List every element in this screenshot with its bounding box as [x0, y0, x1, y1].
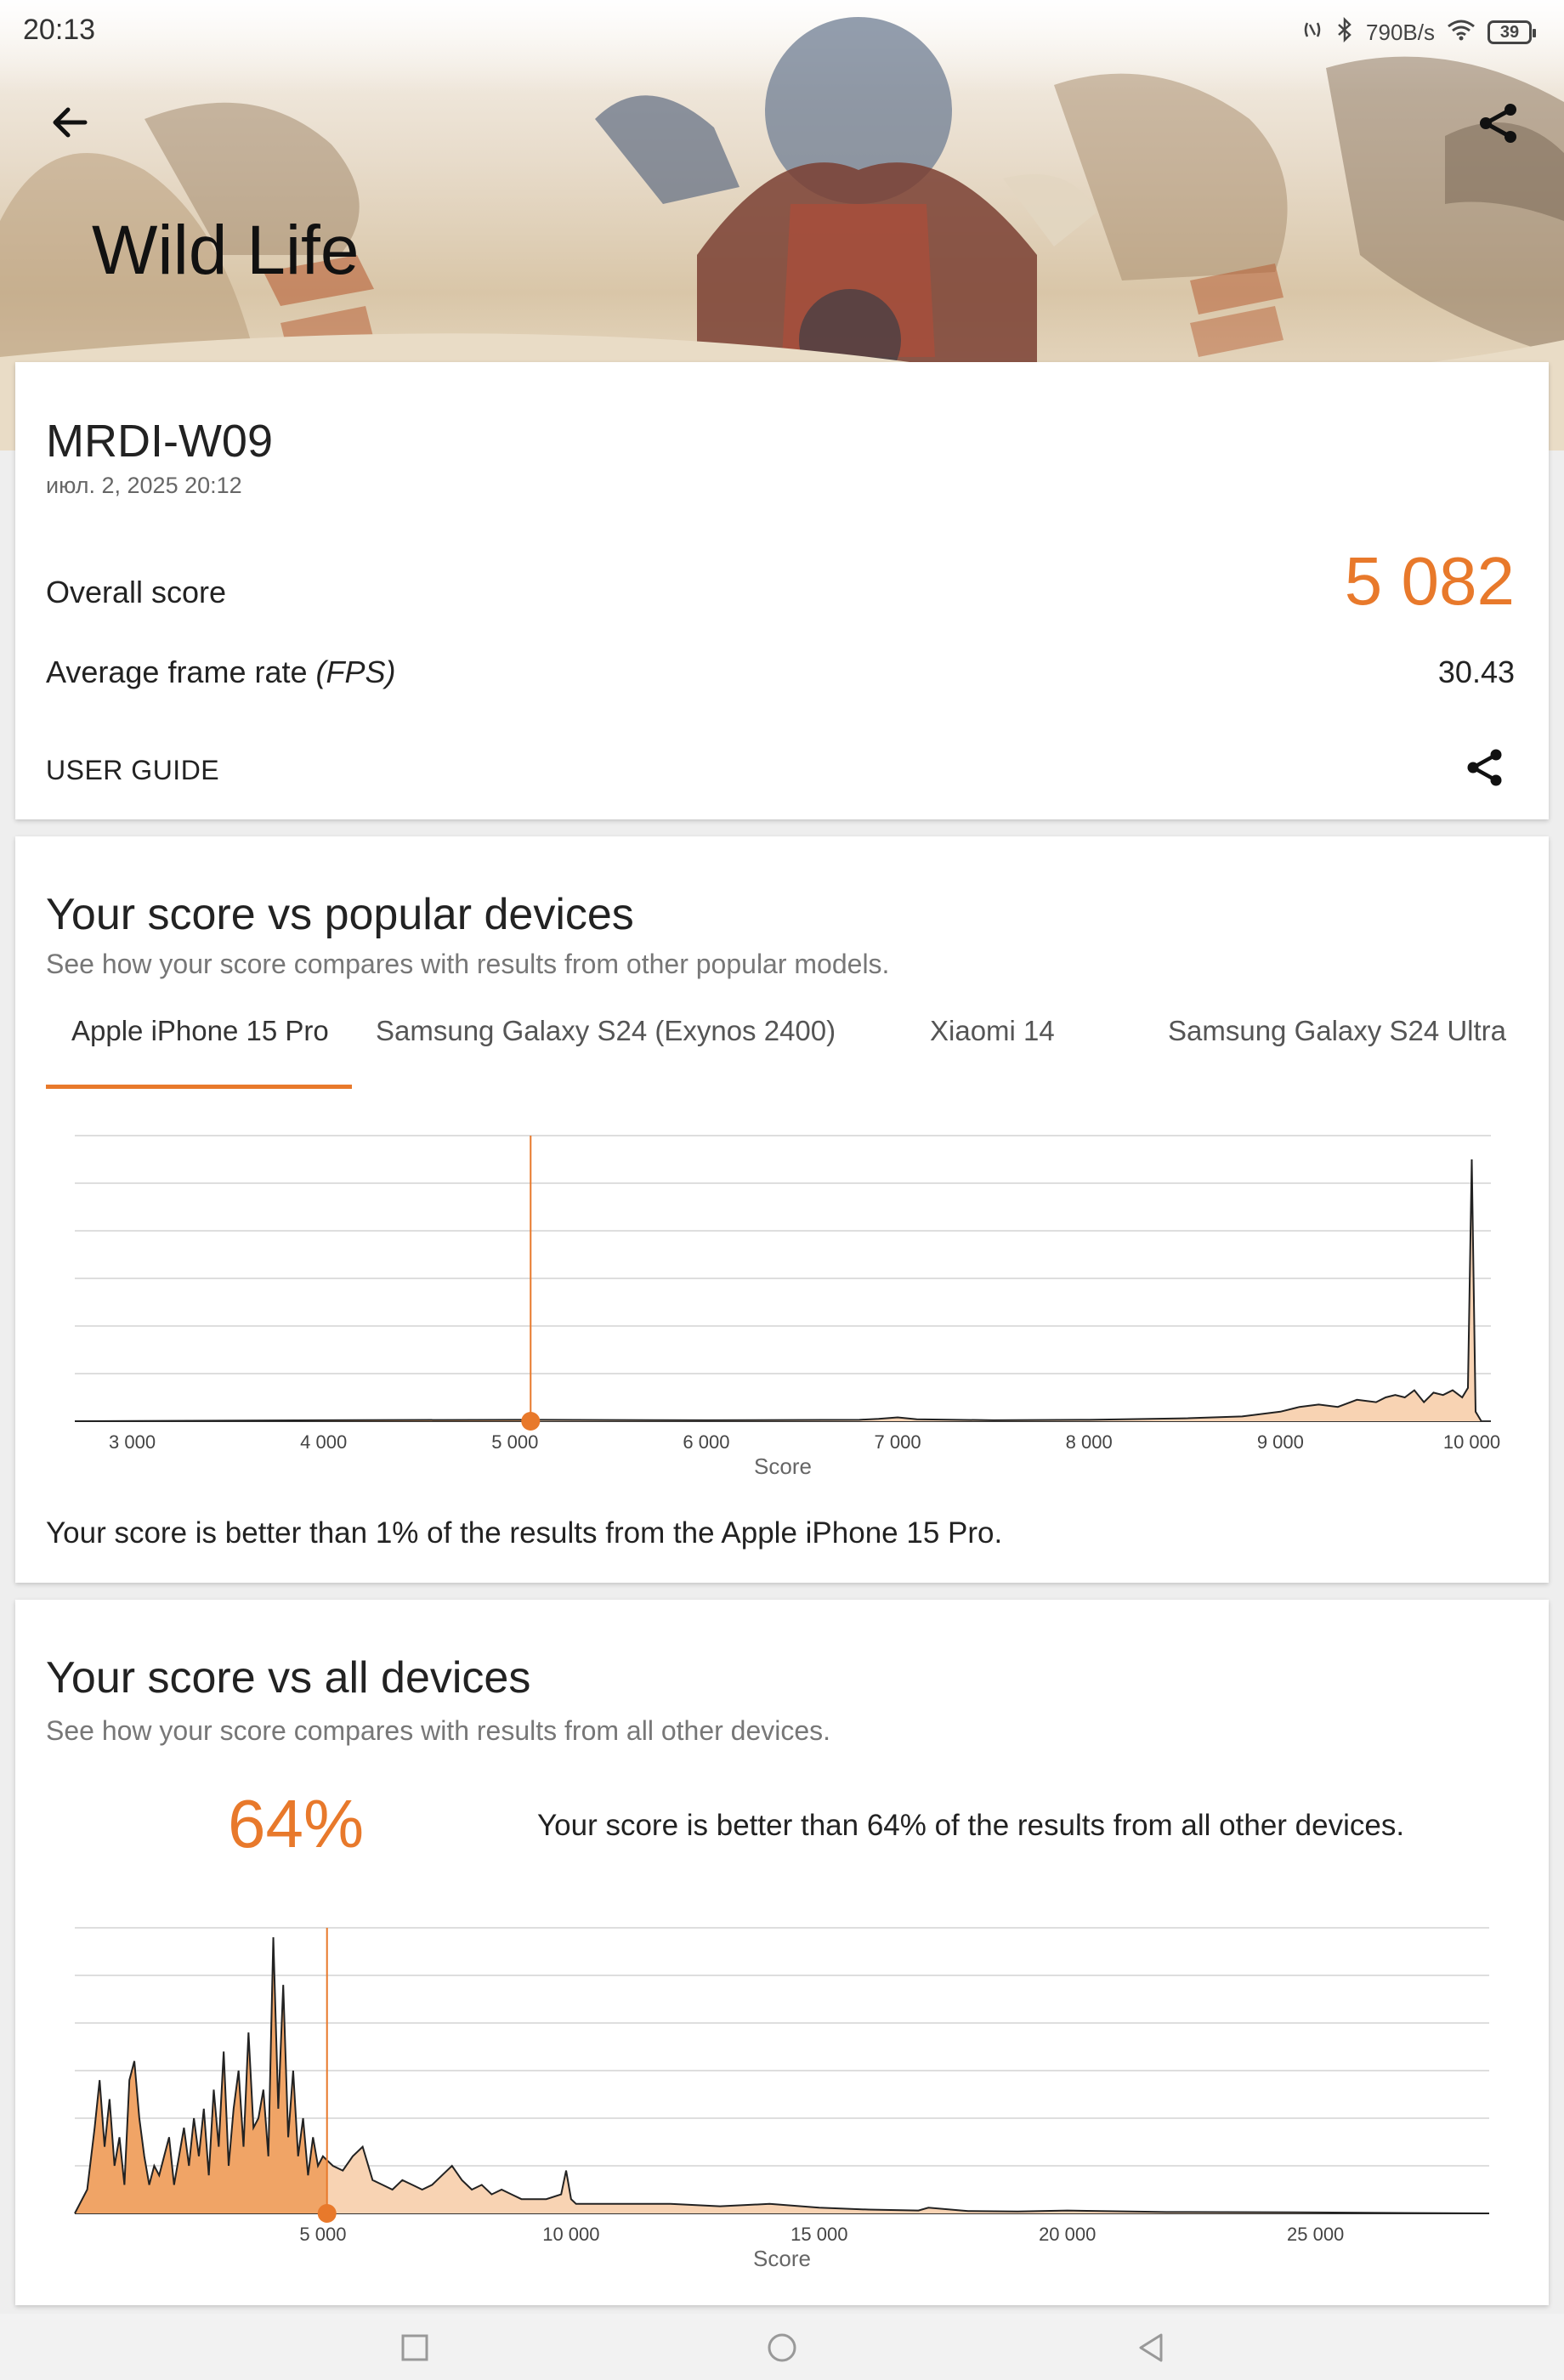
x-tick-label: 5 000: [491, 1431, 538, 1453]
overall-score-value: 5 082: [1344, 543, 1515, 619]
x-tick-label: 25 000: [1287, 2224, 1344, 2245]
device-name: MRDI-W09: [46, 416, 273, 467]
x-tick-label: 10 000: [542, 2224, 599, 2245]
all-devices-title: Your score vs all devices: [46, 1653, 531, 1703]
x-tick-label: 7 000: [875, 1431, 921, 1453]
recent-apps-icon[interactable]: [398, 2331, 432, 2365]
x-tick-label: 9 000: [1257, 1431, 1304, 1453]
fps-unit: (FPS): [315, 654, 396, 689]
tab-apple-iphone-15-pro[interactable]: Apple iPhone 15 Pro: [71, 1015, 329, 1074]
bluetooth-icon: [1335, 16, 1354, 48]
network-speed: 790B/s: [1366, 19, 1435, 45]
home-icon[interactable]: [765, 2331, 799, 2365]
result-card: MRDI-W09 июл. 2, 2025 20:12 Overall scor…: [15, 362, 1549, 819]
all-devices-card: Your score vs all devices See how your s…: [15, 1600, 1549, 2305]
nfc-icon: [1301, 19, 1323, 47]
fps-label-text: Average frame rate: [46, 654, 308, 689]
all-devices-note: Your score is better than 64% of the res…: [537, 1809, 1405, 1842]
x-tick-label: 15 000: [790, 2224, 847, 2245]
x-tick-label: 3 000: [109, 1431, 156, 1453]
x-tick-label: 8 000: [1066, 1431, 1113, 1453]
popular-subtitle: See how your score compares with results…: [46, 949, 890, 979]
all-devices-subtitle: See how your score compares with results…: [46, 1715, 831, 1746]
popular-devices-chart: 3 000 4 000 5 000 6 000 7 000 8 000 9 000 10 00…: [74, 1135, 1500, 1479]
active-tab-indicator: [46, 1085, 352, 1089]
distribution-area-below-score: [75, 1420, 531, 1421]
score-marker-dot: [521, 1412, 541, 1431]
fps-label: Average frame rate (FPS): [46, 654, 396, 690]
x-tick-label: 20 000: [1039, 2224, 1096, 2245]
battery-icon: 39: [1488, 20, 1536, 44]
result-share-icon[interactable]: [1464, 746, 1506, 789]
score-marker-dot: [317, 2204, 337, 2223]
status-icons: 790B/s 39: [1301, 15, 1536, 49]
x-axis-title: Score: [754, 1454, 812, 1479]
tab-xiaomi-14[interactable]: Xiaomi 14: [930, 1015, 1055, 1074]
popular-devices-card: Your score vs popular devices See how yo…: [15, 836, 1549, 1583]
share-icon[interactable]: [1476, 100, 1522, 146]
tab-samsung-galaxy-s24-exynos[interactable]: Samsung Galaxy S24 (Exynos 2400): [376, 1015, 836, 1074]
popular-title: Your score vs popular devices: [46, 890, 634, 939]
distribution-outline: [74, 1159, 1482, 1422]
percentile-value: 64%: [228, 1786, 365, 1862]
result-date: июл. 2, 2025 20:12: [46, 473, 242, 498]
tab-samsung-galaxy-s24-ultra[interactable]: Samsung Galaxy S24 Ultra: [1168, 1015, 1506, 1074]
x-axis-title: Score: [753, 2246, 811, 2271]
x-tick-label: 4 000: [300, 1431, 347, 1453]
user-guide-button[interactable]: USER GUIDE: [46, 755, 219, 786]
x-tick-label: 6 000: [683, 1431, 729, 1453]
page-title: Wild Life: [92, 212, 360, 289]
distribution-area: [75, 1159, 1482, 1421]
wifi-icon: [1447, 19, 1476, 47]
back-icon[interactable]: [1134, 2331, 1168, 2365]
status-time: 20:13: [23, 14, 96, 46]
status-bar: 20:13 790B/s 39: [0, 0, 1564, 65]
x-tick-label: 5 000: [299, 2224, 346, 2245]
fps-value: 30.43: [1437, 654, 1515, 689]
popular-comparison-note: Your score is better than 1% of the resu…: [46, 1516, 1003, 1550]
back-arrow-icon[interactable]: [48, 100, 92, 144]
system-nav-bar: [0, 2314, 1564, 2380]
x-tick-label: 10 000: [1443, 1431, 1500, 1453]
all-devices-chart: 5 000 10 000 15 000 20 000 25 000 Score: [74, 1927, 1490, 2271]
overall-score-label: Overall score: [46, 575, 227, 609]
